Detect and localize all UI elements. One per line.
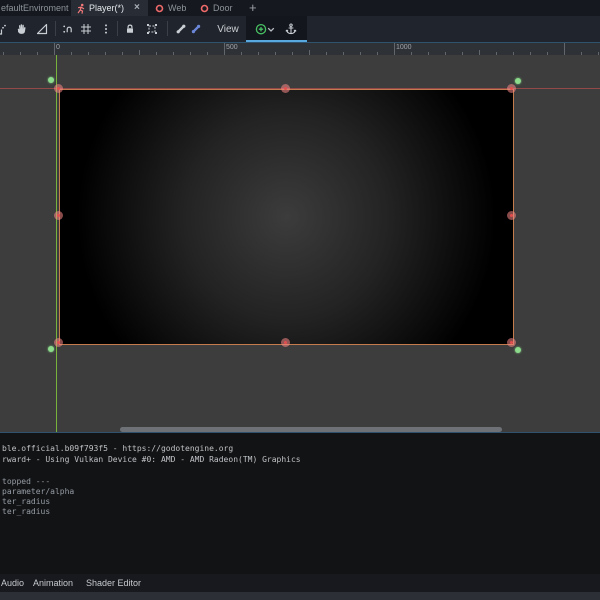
selection-handle[interactable] xyxy=(507,84,516,93)
add-scene-tab-button[interactable]: + xyxy=(249,0,257,15)
tab-default-environment[interactable]: efaultEnviroment xyxy=(0,0,69,16)
console-line: rward+ - Using Vulkan Device #0: AMD - A… xyxy=(2,455,301,464)
ruler-tick xyxy=(54,43,55,55)
bottom-panel-bar: Audio Animation Shader Editor xyxy=(0,574,600,592)
ruler-label: 500 xyxy=(226,44,238,51)
green-gizmo-dot[interactable] xyxy=(48,77,54,83)
console-line: topped --- xyxy=(2,477,51,486)
console-line: ter_radius xyxy=(2,507,51,516)
tab-door[interactable]: Door xyxy=(196,0,242,16)
tab-label: Player(*) xyxy=(89,3,125,13)
tab-web[interactable]: Web xyxy=(152,0,194,16)
bone-options-icon[interactable] xyxy=(186,19,206,39)
selected-scene-rect[interactable] xyxy=(59,89,514,345)
ruler-tick xyxy=(564,43,565,55)
green-gizmo-dot[interactable] xyxy=(515,347,521,353)
canvas-toolbar: View xyxy=(0,16,600,42)
tab-player-active[interactable]: Player(*) × xyxy=(71,0,148,16)
selection-handle[interactable] xyxy=(54,338,63,347)
toolbar-separator xyxy=(55,21,56,36)
ruler: 0 500 1000 xyxy=(0,43,600,55)
scene-tab-bar: efaultEnviroment Player(*) × Web Door + xyxy=(0,0,600,16)
ruler-tool-icon[interactable] xyxy=(32,19,52,39)
group-icon[interactable] xyxy=(142,19,162,39)
2d-viewport: 0 500 1000 xyxy=(0,43,600,432)
viewport-focus-border-bottom xyxy=(0,432,600,433)
view-menu-button[interactable]: View xyxy=(212,19,244,39)
scale-mode-icon[interactable] xyxy=(0,19,11,39)
bottom-panel-tab-animation[interactable]: Animation xyxy=(33,578,73,588)
output-console: ble.official.b09f793f5 - https://godoten… xyxy=(0,433,600,574)
circle-node-icon xyxy=(200,4,209,13)
tab-label: Web xyxy=(168,3,187,13)
y-axis-line xyxy=(56,55,57,432)
viewport-focus-border-top xyxy=(0,42,600,43)
tab-label: efaultEnviroment xyxy=(1,3,69,13)
grid-snap-icon[interactable] xyxy=(76,19,96,39)
selection-handle[interactable] xyxy=(507,338,516,347)
selection-handle[interactable] xyxy=(54,84,63,93)
circle-node-icon xyxy=(155,4,164,13)
ruler-label: 0 xyxy=(56,44,60,51)
selection-handle[interactable] xyxy=(507,211,516,220)
snap-options-dots-icon[interactable] xyxy=(96,19,116,39)
godot-editor-window: efaultEnviroment Player(*) × Web Door + … xyxy=(0,0,600,600)
anchor-icon[interactable] xyxy=(281,19,301,39)
selection-handle[interactable] xyxy=(280,84,290,93)
bottom-panel-tab-audio[interactable]: Audio xyxy=(1,578,24,588)
bottom-panel-tab-shader-editor[interactable]: Shader Editor xyxy=(86,578,141,588)
ruler-tick xyxy=(224,43,225,55)
bottom-strip xyxy=(0,592,600,600)
active-group-underline xyxy=(246,40,307,42)
selection-handle[interactable] xyxy=(280,338,290,347)
lock-icon[interactable] xyxy=(120,19,140,39)
horizontal-scrollbar[interactable] xyxy=(120,427,502,432)
green-gizmo-dot[interactable] xyxy=(48,346,54,352)
pan-tool-icon[interactable] xyxy=(12,19,32,39)
canvas[interactable] xyxy=(0,55,600,432)
close-icon[interactable]: × xyxy=(134,2,140,13)
character-body-icon xyxy=(76,3,86,14)
console-line: ble.official.b09f793f5 - https://godoten… xyxy=(2,444,234,453)
toolbar-separator xyxy=(117,21,118,36)
console-line: ter_radius xyxy=(2,497,51,506)
chevron-down-icon[interactable] xyxy=(266,19,276,39)
selection-handle[interactable] xyxy=(54,211,63,220)
ruler-label: 1000 xyxy=(396,44,412,51)
ruler-tick xyxy=(394,43,395,55)
tab-label: Door xyxy=(213,3,233,13)
console-line: parameter/alpha xyxy=(2,487,75,496)
smart-snap-icon[interactable] xyxy=(58,19,78,39)
toolbar-separator xyxy=(167,21,168,36)
green-gizmo-dot[interactable] xyxy=(515,78,521,84)
